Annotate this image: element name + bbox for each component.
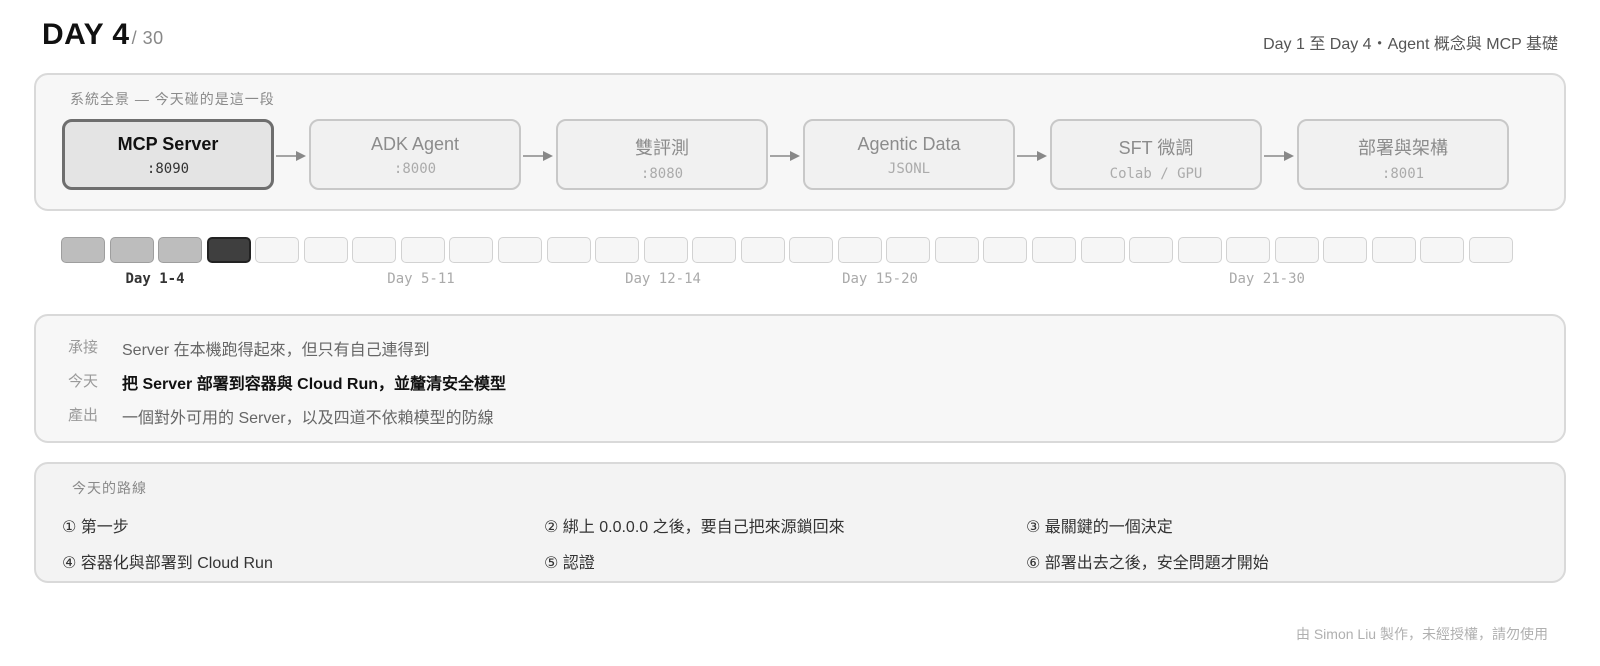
day-cell-30 <box>1468 237 1513 263</box>
route-item-5[interactable]: ⑤ 認證 <box>544 549 595 573</box>
context-value: 一個對外可用的 Server，以及四道不依賴模型的防線 <box>122 410 494 427</box>
day-cell-24 <box>1177 237 1222 263</box>
day-cell-18 <box>886 237 931 263</box>
arrow-icon <box>523 151 553 161</box>
system-overview-panel: 系統全景 — 今天碰的是這一段 MCP Server :8090 ADK Age… <box>34 73 1566 211</box>
timeline-label-day21-30: Day 21-30 <box>1229 271 1305 287</box>
arrow-icon <box>1264 151 1294 161</box>
day-cell-19 <box>934 237 979 263</box>
context-key: 承接 <box>68 339 99 356</box>
node-port: :8090 <box>146 161 190 177</box>
timeline-label-day1-4: Day 1-4 <box>125 271 185 287</box>
node-title: SFT 微調 <box>1118 138 1194 158</box>
day-title: DAY 4/ 30 <box>42 18 164 52</box>
context-key: 產出 <box>68 407 99 424</box>
route-item-2[interactable]: ② 綁上 0.0.0.0 之後，要自己把來源鎖回來 <box>544 513 845 537</box>
node-agentic-data[interactable]: Agentic Data JSONL <box>803 119 1015 190</box>
day-cell-3 <box>158 237 203 263</box>
footer-credit: 由 Simon Liu 製作，未經授權，請勿使用 <box>1295 626 1548 642</box>
day-cell-26 <box>1274 237 1319 263</box>
route-label: 今天的路線 <box>72 480 147 496</box>
day-cell-6 <box>303 237 348 263</box>
context-value: 把 Server 部署到容器與 Cloud Run，並釐清安全模型 <box>122 376 507 393</box>
day-cell-9 <box>449 237 494 263</box>
day-cell-14 <box>692 237 737 263</box>
day-cell-28 <box>1371 237 1416 263</box>
node-deploy-arch[interactable]: 部署與架構 :8001 <box>1297 119 1509 190</box>
day-cell-13 <box>643 237 688 263</box>
day-cell-5 <box>255 237 300 263</box>
node-title: MCP Server <box>117 134 219 154</box>
node-sft-finetune[interactable]: SFT 微調 Colab / GPU <box>1050 119 1262 190</box>
node-port: Colab / GPU <box>1109 166 1203 182</box>
day-cell-8 <box>400 237 445 263</box>
overview-label: 系統全景 — 今天碰的是這一段 <box>70 91 275 107</box>
node-adk-agent[interactable]: ADK Agent :8000 <box>309 119 521 190</box>
node-port: :8080 <box>640 166 684 182</box>
day-cell-1 <box>61 237 105 263</box>
day-cell-29 <box>1420 237 1465 263</box>
day-total: / 30 <box>131 28 164 48</box>
day-cell-12 <box>595 237 639 263</box>
route-item-6[interactable]: ⑥ 部署出去之後，安全問題才開始 <box>1026 549 1269 573</box>
arrow-icon <box>770 151 800 161</box>
timeline-label-day5-11: Day 5-11 <box>387 271 455 287</box>
node-port: JSONL <box>887 161 931 177</box>
day-cell-4 <box>206 237 251 263</box>
timeline-label-day15-20: Day 15-20 <box>842 271 918 287</box>
day-number: DAY 4 <box>42 18 130 51</box>
day-cell-23 <box>1129 237 1174 263</box>
node-title: 部署與架構 <box>1358 138 1448 158</box>
route-item-4[interactable]: ④ 容器化與部署到 Cloud Run <box>62 549 273 573</box>
day-cell-11 <box>546 237 591 263</box>
day-cell-10 <box>497 237 542 263</box>
context-panel: 承接 Server 在本機跑得起來，但只有自己連得到 今天 把 Server 部… <box>34 314 1566 443</box>
day-cell-17 <box>837 237 882 263</box>
arrow-icon <box>1017 151 1047 161</box>
day-cell-21 <box>1032 237 1076 263</box>
route-item-3[interactable]: ③ 最關鍵的一個決定 <box>1026 513 1173 537</box>
node-port: :8000 <box>393 161 437 177</box>
route-item-1[interactable]: ① 第一步 <box>62 513 129 537</box>
day-cell-20 <box>983 237 1028 263</box>
day-cell-27 <box>1323 237 1368 263</box>
node-title: ADK Agent <box>370 134 460 154</box>
route-panel: 今天的路線 ① 第一步 ② 綁上 0.0.0.0 之後，要自己把來源鎖回來 ③ … <box>34 462 1566 583</box>
day-cell-16 <box>789 237 834 263</box>
arrow-icon <box>276 151 306 161</box>
node-title: 雙評測 <box>635 138 689 158</box>
context-key: 今天 <box>68 373 99 390</box>
day-cell-22 <box>1080 237 1125 263</box>
timeline-label-day12-14: Day 12-14 <box>625 271 701 287</box>
context-value: Server 在本機跑得起來，但只有自己連得到 <box>122 342 430 359</box>
day-cell-25 <box>1226 237 1271 263</box>
node-mcp-server[interactable]: MCP Server :8090 <box>62 119 274 190</box>
day-progress-timeline <box>61 237 1513 263</box>
day-cell-15 <box>740 237 785 263</box>
header-subtitle: Day 1 至 Day 4・Agent 概念與 MCP 基礎 <box>1263 36 1558 53</box>
node-dual-eval[interactable]: 雙評測 :8080 <box>556 119 768 190</box>
day-cell-7 <box>352 237 397 263</box>
node-port: :8001 <box>1381 166 1425 182</box>
day-cell-2 <box>109 237 154 263</box>
node-title: Agentic Data <box>857 134 961 154</box>
